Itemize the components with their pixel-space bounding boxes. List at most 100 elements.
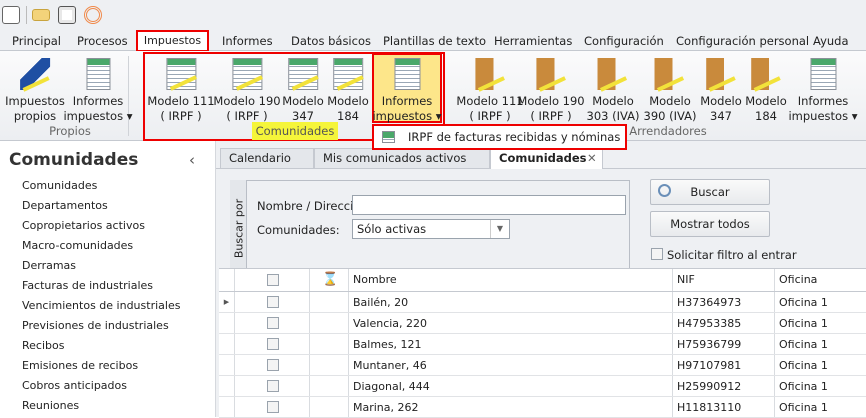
- row-checkbox[interactable]: [267, 401, 279, 413]
- cell-nif: H47953385: [673, 313, 775, 333]
- tab-procesos[interactable]: Procesos: [77, 34, 128, 48]
- search-icon: [658, 184, 671, 197]
- tab-configuracion[interactable]: Configuración: [584, 34, 664, 48]
- informes-impuestos-propios-button[interactable]: Informes impuestos ▾: [63, 58, 133, 124]
- tab-principal[interactable]: Principal: [12, 34, 61, 48]
- quick-access-toolbar: [0, 0, 866, 30]
- tab-ayuda[interactable]: Ayuda: [813, 34, 849, 48]
- arr-modelo-303-button[interactable]: Modelo 303 (IVA): [587, 58, 639, 124]
- sidebar-item[interactable]: Derramas: [22, 259, 76, 272]
- sidebar-item[interactable]: Previsiones de industriales: [22, 319, 169, 332]
- status-cell: [310, 334, 349, 354]
- row-checkbox[interactable]: [267, 380, 279, 392]
- sidebar-item[interactable]: Comunidades: [22, 179, 97, 192]
- aeat-door-icon: [705, 58, 736, 90]
- cell-nif: H37364973: [673, 292, 775, 312]
- grid-header: ⌛ Nombre NIF Oficina: [219, 269, 866, 292]
- status-cell: [310, 292, 349, 312]
- cell-nif: H25990912: [673, 376, 775, 396]
- sidebar-item[interactable]: Reuniones: [22, 399, 79, 412]
- tab-configuracion-personal[interactable]: Configuración personal: [676, 34, 809, 48]
- mostrar-todos-button[interactable]: Mostrar todos: [650, 211, 770, 237]
- sidebar-title: Comunidades: [9, 150, 139, 170]
- header-nombre[interactable]: Nombre: [349, 269, 673, 291]
- cell-oficina: Oficina 1: [779, 401, 828, 414]
- aeat-door-icon: [535, 58, 566, 90]
- solicitar-filtro-label: Solicitar filtro al entrar: [667, 248, 797, 262]
- table-row[interactable]: Marina, 262 H11813110 Oficina 1: [219, 397, 866, 418]
- name-input[interactable]: [352, 195, 626, 215]
- table-row[interactable]: Balmes, 121 H75936799 Oficina 1: [219, 334, 866, 355]
- header-oficina[interactable]: Oficina: [775, 269, 866, 291]
- table-row[interactable]: ▶ Bailén, 20 H37364973 Oficina 1: [219, 292, 866, 313]
- row-checkbox[interactable]: [267, 317, 279, 329]
- arr-modelo-111-button[interactable]: Modelo 111( IRPF ): [456, 58, 524, 124]
- sidebar-item[interactable]: Vencimientos de industriales: [22, 299, 180, 312]
- app-icon[interactable]: [2, 6, 20, 24]
- close-icon[interactable]: ✕: [587, 149, 597, 167]
- solicitar-filtro-checkbox[interactable]: [651, 248, 663, 260]
- table-row[interactable]: Valencia, 220 H47953385 Oficina 1: [219, 313, 866, 334]
- cell-oficina: Oficina 1: [779, 359, 828, 372]
- sidebar-item[interactable]: Facturas de industriales: [22, 279, 153, 292]
- tab-informes[interactable]: Informes: [222, 34, 273, 48]
- row-checkbox[interactable]: [267, 359, 279, 371]
- collapse-icon[interactable]: ‹: [189, 151, 195, 169]
- arr-modelo-184-button[interactable]: Modelo 184: [745, 58, 787, 124]
- mail-icon[interactable]: [32, 9, 50, 21]
- status-cell: [310, 313, 349, 333]
- com-informes-impuestos-button[interactable]: Informes impuestos ▾: [372, 58, 442, 124]
- tab-comunidades[interactable]: Comunidades ✕: [490, 148, 603, 169]
- row-checkbox[interactable]: [267, 296, 279, 308]
- buscar-button[interactable]: Buscar: [650, 179, 770, 205]
- arr-modelo-347-button[interactable]: Modelo 347: [700, 58, 742, 124]
- menu-item-irpf-facturas[interactable]: IRPF de facturas recibidas y nóminas: [408, 130, 620, 144]
- impuestos-propios-button[interactable]: Impuestos propios: [5, 58, 65, 124]
- arr-modelo-190-button[interactable]: Modelo 190( IRPF ): [517, 58, 585, 124]
- row-checkbox[interactable]: [267, 338, 279, 350]
- row-indicator: [219, 334, 235, 354]
- row-select-cell: [235, 397, 310, 417]
- comunidades-select[interactable]: Sólo activas ▼: [352, 219, 510, 239]
- arr-modelo-390-button[interactable]: Modelo 390 (IVA): [644, 58, 696, 124]
- aeat-door-icon: [750, 58, 781, 90]
- report-icon: [86, 58, 110, 90]
- com-modelo-190-button[interactable]: Modelo 190( IRPF ): [213, 58, 281, 124]
- sidebar-item[interactable]: Departamentos: [22, 199, 108, 212]
- com-modelo-184-button[interactable]: Modelo 184: [327, 58, 369, 124]
- clipboard-check-icon[interactable]: [58, 6, 76, 24]
- table-row[interactable]: Muntaner, 46 H97107981 Oficina 1: [219, 355, 866, 376]
- cell-nombre: Balmes, 121: [349, 334, 673, 354]
- header-nif[interactable]: NIF: [673, 269, 775, 291]
- cell-nombre: Muntaner, 46: [349, 355, 673, 375]
- status-cell: [310, 397, 349, 417]
- sidebar-item[interactable]: Copropietarios activos: [22, 219, 145, 232]
- report-icon: [394, 58, 420, 90]
- select-all-checkbox[interactable]: [267, 274, 279, 286]
- arr-informes-impuestos-button[interactable]: Informes impuestos ▾: [788, 58, 858, 124]
- sidebar-item[interactable]: Emisiones de recibos: [22, 359, 138, 372]
- tab-datos-basicos[interactable]: Datos básicos: [291, 34, 371, 48]
- aeat-sheet-icon: [165, 58, 196, 90]
- row-indicator: [219, 355, 235, 375]
- signal-icon[interactable]: [84, 6, 102, 24]
- sidebar-item[interactable]: Macro-comunidades: [22, 239, 133, 252]
- tab-impuestos[interactable]: Impuestos: [136, 30, 209, 52]
- tab-herramientas[interactable]: Herramientas: [494, 34, 572, 48]
- hourglass-icon: ⌛: [322, 272, 339, 287]
- table-row[interactable]: Diagonal, 444 H25990912 Oficina 1: [219, 376, 866, 397]
- com-modelo-347-button[interactable]: Modelo 347: [282, 58, 324, 124]
- row-select-cell: [235, 313, 310, 333]
- tab-mis-comunicados[interactable]: Mis comunicados activos: [314, 148, 490, 168]
- com-modelo-111-button[interactable]: Modelo 111( IRPF ): [147, 58, 215, 124]
- aeat-sheet-icon: [332, 58, 363, 90]
- row-indicator: [219, 397, 235, 417]
- tab-calendario[interactable]: Calendario: [220, 148, 314, 168]
- cell-nombre: Bailén, 20: [349, 292, 673, 312]
- tab-plantillas[interactable]: Plantillas de texto: [383, 34, 486, 48]
- sidebar-item[interactable]: Cobros anticipados: [22, 379, 127, 392]
- cell-nombre: Marina, 262: [349, 397, 673, 417]
- sidebar-item[interactable]: Recibos: [22, 339, 64, 352]
- report-icon: [810, 58, 836, 90]
- group-label-propios: Propios: [49, 124, 91, 138]
